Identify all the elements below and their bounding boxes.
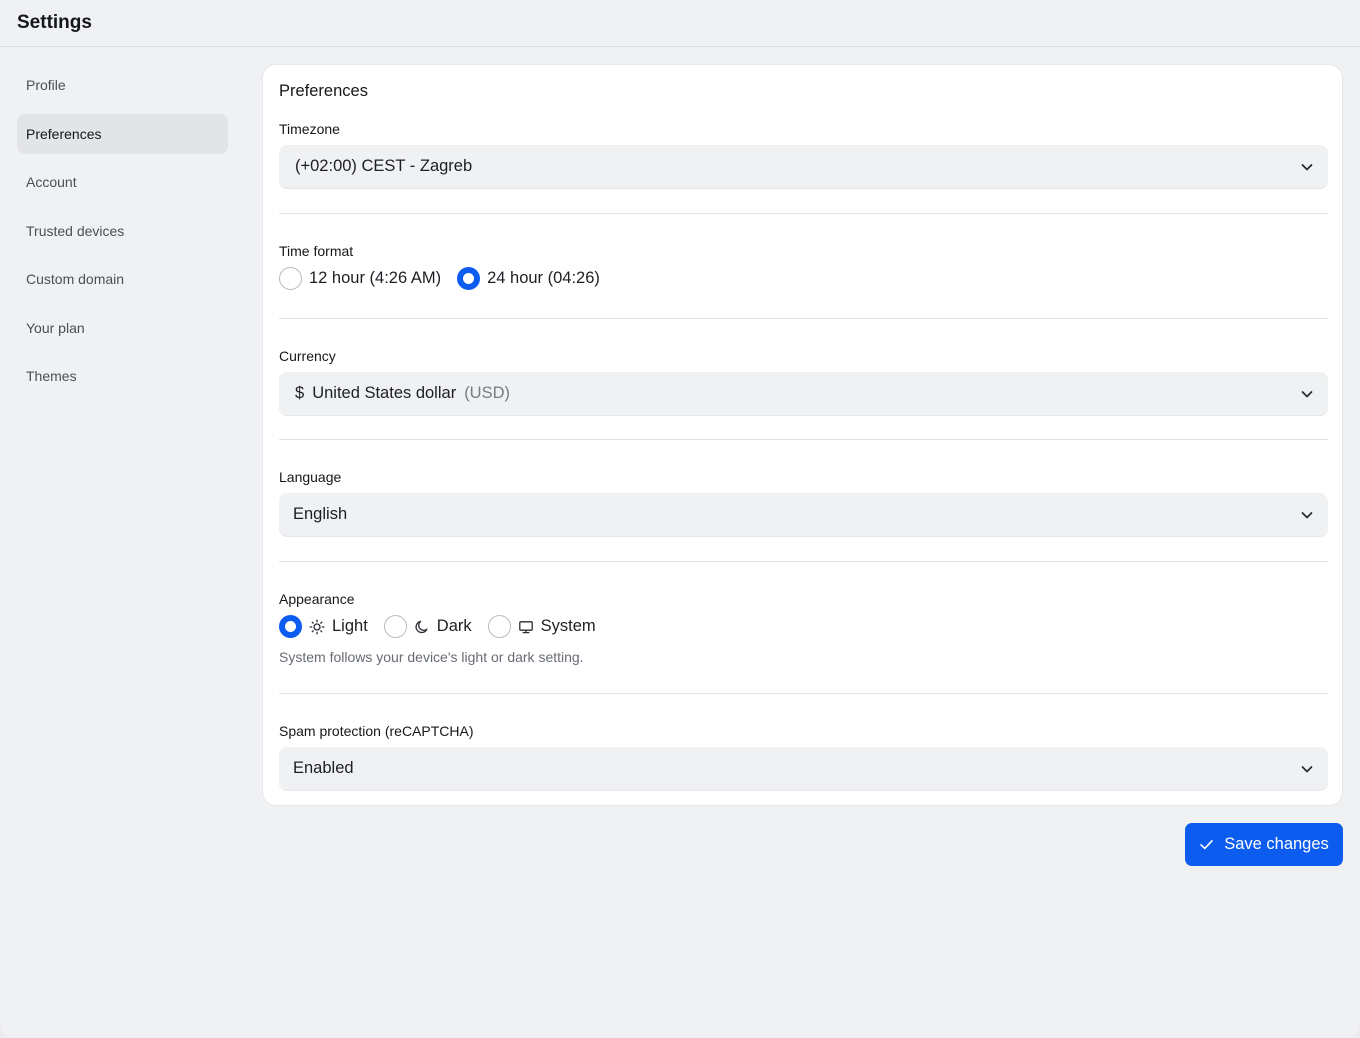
- save-changes-button[interactable]: Save changes: [1185, 823, 1343, 866]
- time-format-label: Time format: [279, 243, 354, 259]
- sidebar-item-profile[interactable]: Profile: [17, 65, 228, 105]
- language-label: Language: [279, 469, 342, 485]
- appearance-dark-label: Dark: [436, 617, 472, 635]
- timezone-label: Timezone: [279, 121, 340, 137]
- radio-light[interactable]: [279, 615, 302, 638]
- chevron-down-icon: [1301, 765, 1313, 772]
- divider: [279, 693, 1328, 694]
- monitor-icon: [518, 620, 533, 633]
- divider: [279, 213, 1328, 214]
- radio-dark[interactable]: [383, 615, 407, 638]
- appearance-label: Appearance: [279, 591, 355, 607]
- spam-protection-select[interactable]: Enabled: [279, 747, 1328, 791]
- currency-label: Currency: [279, 348, 336, 364]
- time-format-radio-group: 12 hour (4:26 AM) 24 hour (04:26): [279, 267, 616, 290]
- chevron-down-icon: [1301, 511, 1313, 518]
- appearance-dark-option[interactable]: Dark: [383, 615, 472, 638]
- appearance-radio-group: Light Dark System: [279, 615, 612, 638]
- chevron-down-icon: [1301, 390, 1313, 397]
- save-changes-label: Save changes: [1224, 835, 1329, 853]
- timezone-select[interactable]: (+02:00) CEST - Zagreb: [279, 145, 1328, 189]
- top-bar: Settings: [0, 0, 1360, 47]
- time-format-12h-label: 12 hour (4:26 AM): [309, 269, 442, 287]
- sidebar-item-preferences[interactable]: Preferences: [17, 113, 228, 154]
- currency-symbol: $: [295, 384, 305, 402]
- chevron-down-icon: [1301, 163, 1313, 170]
- sidebar-item-trusted-devices[interactable]: Trusted devices: [17, 211, 228, 251]
- radio-24h[interactable]: [457, 267, 481, 290]
- radio-system[interactable]: [487, 615, 511, 638]
- preferences-card: Preferences Timezone (+02:00) CEST - Zag…: [262, 64, 1343, 806]
- language-select[interactable]: English: [279, 493, 1328, 537]
- sidebar-item-custom-domain[interactable]: Custom domain: [17, 259, 228, 299]
- language-value: English: [293, 505, 348, 523]
- appearance-system-option[interactable]: System: [487, 615, 596, 638]
- currency-name: United States dollar: [312, 384, 457, 402]
- radio-12h[interactable]: [279, 267, 302, 290]
- time-format-24h-option[interactable]: 24 hour (04:26): [457, 267, 600, 290]
- divider: [279, 439, 1328, 440]
- appearance-system-label: System: [540, 617, 596, 635]
- check-icon: [1200, 840, 1214, 850]
- divider: [279, 318, 1328, 319]
- appearance-hint: System follows your device's light or da…: [279, 649, 584, 665]
- sidebar-item-account[interactable]: Account: [17, 162, 228, 202]
- spam-protection-label: Spam protection (reCAPTCHA): [279, 723, 474, 739]
- sidebar-item-your-plan[interactable]: Your plan: [17, 308, 228, 348]
- currency-code: (USD): [464, 384, 511, 402]
- currency-select[interactable]: $ United States dollar (USD): [279, 372, 1328, 416]
- spam-protection-value: Enabled: [293, 759, 354, 777]
- moon-icon: [415, 620, 428, 633]
- page-title: Settings: [17, 12, 92, 33]
- time-format-24h-label: 24 hour (04:26): [487, 269, 600, 287]
- time-format-12h-option[interactable]: 12 hour (4:26 AM): [279, 267, 441, 290]
- divider: [279, 561, 1328, 562]
- section-title: Preferences: [279, 82, 368, 100]
- settings-window: Settings Profile Preferences Account Tru…: [0, 0, 1360, 1038]
- sidebar-item-themes[interactable]: Themes: [17, 356, 228, 396]
- appearance-light-option[interactable]: Light: [279, 615, 368, 638]
- appearance-light-label: Light: [332, 617, 368, 635]
- sun-icon: [309, 619, 325, 634]
- settings-sidebar: Profile Preferences Account Trusted devi…: [17, 65, 228, 405]
- timezone-value: (+02:00) CEST - Zagreb: [295, 157, 473, 175]
